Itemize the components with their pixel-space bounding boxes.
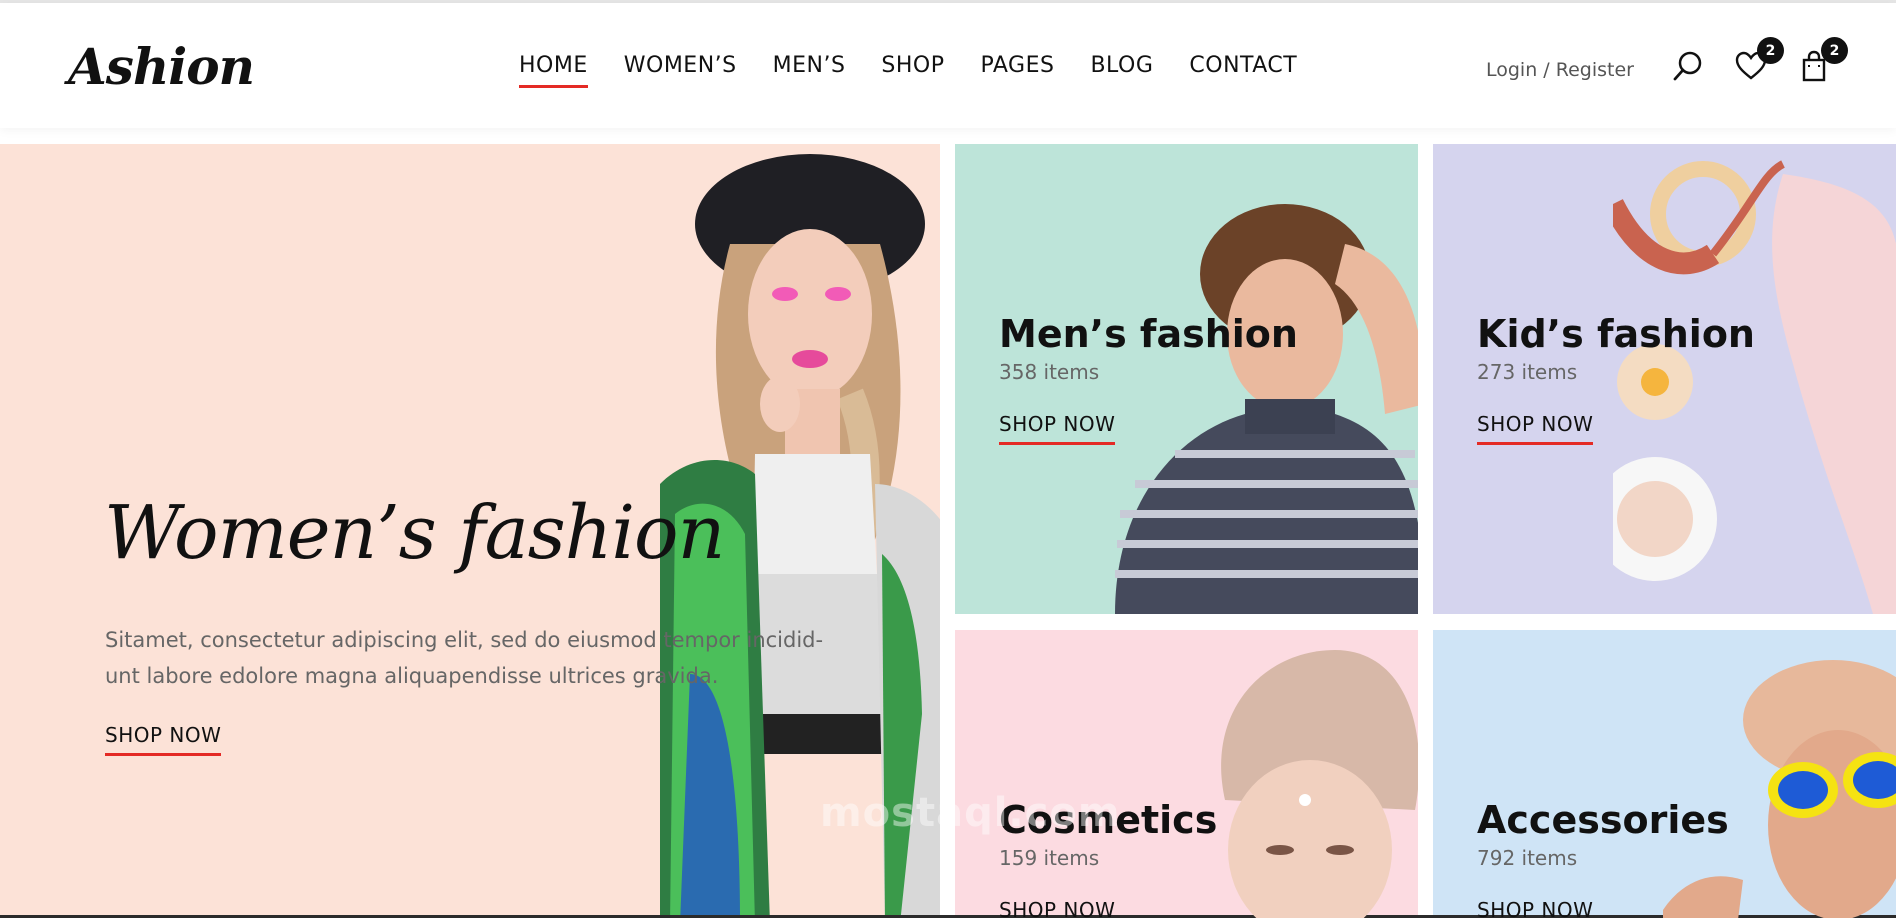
wishlist-count-badge: 2 <box>1757 37 1784 64</box>
category-title: Kid’s fashion <box>1477 312 1755 356</box>
cart-count-badge: 2 <box>1821 37 1848 64</box>
hero-womens-fashion: Women’s fashion Sitamet, consectetur adi… <box>0 144 940 918</box>
category-card-cosmetics[interactable]: Cosmetics 159 items SHOP NOW <box>955 630 1418 918</box>
cosmetics-shop-now-button[interactable]: SHOP NOW <box>999 898 1115 918</box>
nav-item-mens[interactable]: MEN’S <box>773 53 846 88</box>
category-card-mens-fashion[interactable]: Men’s fashion 358 items SHOP NOW <box>955 144 1418 614</box>
main-navigation: HOME WOMEN’S MEN’S SHOP PAGES BLOG CONTA… <box>519 53 1297 88</box>
search-icon <box>1673 51 1702 81</box>
mens-fashion-model-image <box>1115 204 1418 614</box>
category-title: Accessories <box>1477 798 1729 842</box>
kids-shop-now-button[interactable]: SHOP NOW <box>1477 412 1594 445</box>
cart-button[interactable]: 2 <box>1798 37 1848 83</box>
category-item-count: 159 items <box>999 846 1100 870</box>
nav-item-home[interactable]: HOME <box>519 53 588 88</box>
category-card-accessories[interactable]: Accessories 792 items SHOP NOW <box>1433 630 1896 918</box>
brand-logo[interactable]: Ashion <box>68 37 255 96</box>
accessories-model-image <box>1663 660 1896 918</box>
login-register-link[interactable]: Login / Register <box>1486 59 1634 81</box>
cosmetics-model-image <box>1221 650 1418 918</box>
category-card-kids-fashion[interactable]: Kid’s fashion 273 items SHOP NOW <box>1433 144 1896 614</box>
category-item-count: 273 items <box>1477 360 1578 384</box>
site-header: Ashion HOME WOMEN’S MEN’S SHOP PAGES BLO… <box>0 3 1896 128</box>
watermark: mostaql.com <box>820 790 1121 836</box>
category-item-count: 792 items <box>1477 846 1578 870</box>
hero-title: Women’s fashion <box>104 490 725 576</box>
category-title: Men’s fashion <box>999 312 1298 356</box>
nav-item-womens[interactable]: WOMEN’S <box>624 53 737 88</box>
accessories-shop-now-button[interactable]: SHOP NOW <box>1477 898 1593 918</box>
nav-item-shop[interactable]: SHOP <box>881 53 944 88</box>
hero-description: Sitamet, consectetur adipiscing elit, se… <box>105 628 824 688</box>
hero-shop-now-button[interactable]: SHOP NOW <box>105 723 222 756</box>
search-button[interactable] <box>1671 49 1705 83</box>
category-item-count: 358 items <box>999 360 1100 384</box>
kids-fashion-products-image <box>1613 160 1896 614</box>
nav-item-contact[interactable]: CONTACT <box>1189 53 1297 88</box>
nav-item-blog[interactable]: BLOG <box>1090 53 1153 88</box>
mens-shop-now-button[interactable]: SHOP NOW <box>999 412 1116 445</box>
nav-item-pages[interactable]: PAGES <box>981 53 1055 88</box>
wishlist-button[interactable]: 2 <box>1734 37 1784 83</box>
